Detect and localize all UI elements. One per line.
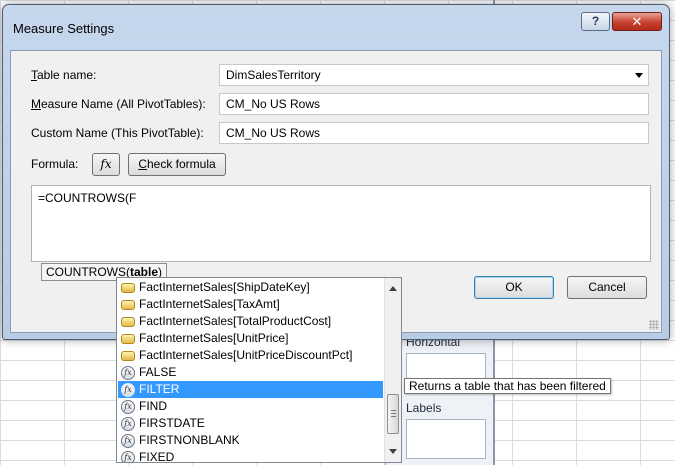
function-icon: fx: [121, 450, 135, 462]
column-icon: [121, 350, 135, 361]
table-name-label: Table name:: [31, 68, 97, 82]
list-item-function[interactable]: fx FALSE: [118, 364, 383, 381]
list-item-column[interactable]: FactInternetSales[UnitPrice]: [118, 330, 383, 347]
list-item-column[interactable]: FactInternetSales[TotalProductCost]: [118, 313, 383, 330]
scroll-thumb[interactable]: [387, 394, 399, 434]
chevron-down-icon: [635, 73, 643, 78]
function-icon: fx: [121, 382, 135, 397]
ok-button[interactable]: OK: [474, 276, 554, 299]
function-icon: fx: [121, 399, 135, 414]
grip-icon: [391, 410, 396, 417]
table-name-select[interactable]: DimSalesTerritory: [219, 64, 649, 86]
function-description-tooltip: Returns a table that has been filtered: [404, 378, 611, 394]
check-formula-button[interactable]: Check formula: [128, 153, 226, 176]
list-item-function[interactable]: fx FIRSTNONBLANK: [118, 432, 383, 449]
column-icon: [121, 316, 135, 327]
measure-name-label: Measure Name (All PivotTables):: [31, 97, 206, 111]
dialog-titlebar[interactable]: Measure Settings ? ✕: [3, 5, 669, 50]
dialog-title: Measure Settings: [13, 21, 115, 36]
list-item-column[interactable]: FactInternetSales[UnitPriceDiscountPct]: [118, 347, 383, 364]
fx-icon: fx: [100, 157, 112, 171]
close-icon: ✕: [631, 14, 643, 29]
column-icon: [121, 299, 135, 310]
custom-name-value: CM_No US Rows: [226, 126, 321, 140]
formula-textarea[interactable]: =COUNTROWS(F: [31, 185, 651, 262]
column-icon: [121, 282, 135, 293]
table-name-value: DimSalesTerritory: [226, 68, 321, 82]
list-item-column[interactable]: FactInternetSales[TaxAmt]: [118, 296, 383, 313]
formula-text: =COUNTROWS(F: [38, 191, 137, 205]
function-icon: fx: [121, 416, 135, 431]
list-scrollbar[interactable]: [384, 278, 401, 462]
pane-drop-area-labels[interactable]: [406, 419, 486, 459]
close-button[interactable]: ✕: [612, 12, 662, 31]
help-button[interactable]: ?: [581, 12, 610, 31]
scroll-up-icon[interactable]: [389, 286, 397, 291]
list-item-function[interactable]: fx FIND: [118, 398, 383, 415]
pane-label-labels: Labels: [406, 401, 442, 415]
custom-name-input[interactable]: CM_No US Rows: [219, 122, 649, 144]
autocomplete-list[interactable]: FactInternetSales[ShipDateKey] FactInter…: [116, 277, 402, 463]
custom-name-label: Custom Name (This PivotTable):: [31, 126, 204, 140]
list-item-column[interactable]: FactInternetSales[ShipDateKey]: [118, 279, 383, 296]
help-icon: ?: [591, 14, 600, 28]
function-icon: fx: [121, 433, 135, 448]
measure-name-input[interactable]: CM_No US Rows: [219, 93, 649, 115]
function-icon: fx: [121, 365, 135, 380]
scroll-down-icon[interactable]: [389, 449, 397, 454]
list-item-function[interactable]: fx FIXED: [118, 449, 383, 462]
insert-function-button[interactable]: fx: [92, 153, 120, 176]
resize-grip-icon[interactable]: [649, 320, 659, 330]
formula-label: Formula:: [31, 157, 79, 171]
list-item-function[interactable]: fx FIRSTDATE: [118, 415, 383, 432]
list-item-function-selected[interactable]: fx FILTER: [118, 381, 383, 398]
column-icon: [121, 333, 135, 344]
measure-name-value: CM_No US Rows: [226, 97, 321, 111]
cancel-button[interactable]: Cancel: [567, 276, 647, 299]
